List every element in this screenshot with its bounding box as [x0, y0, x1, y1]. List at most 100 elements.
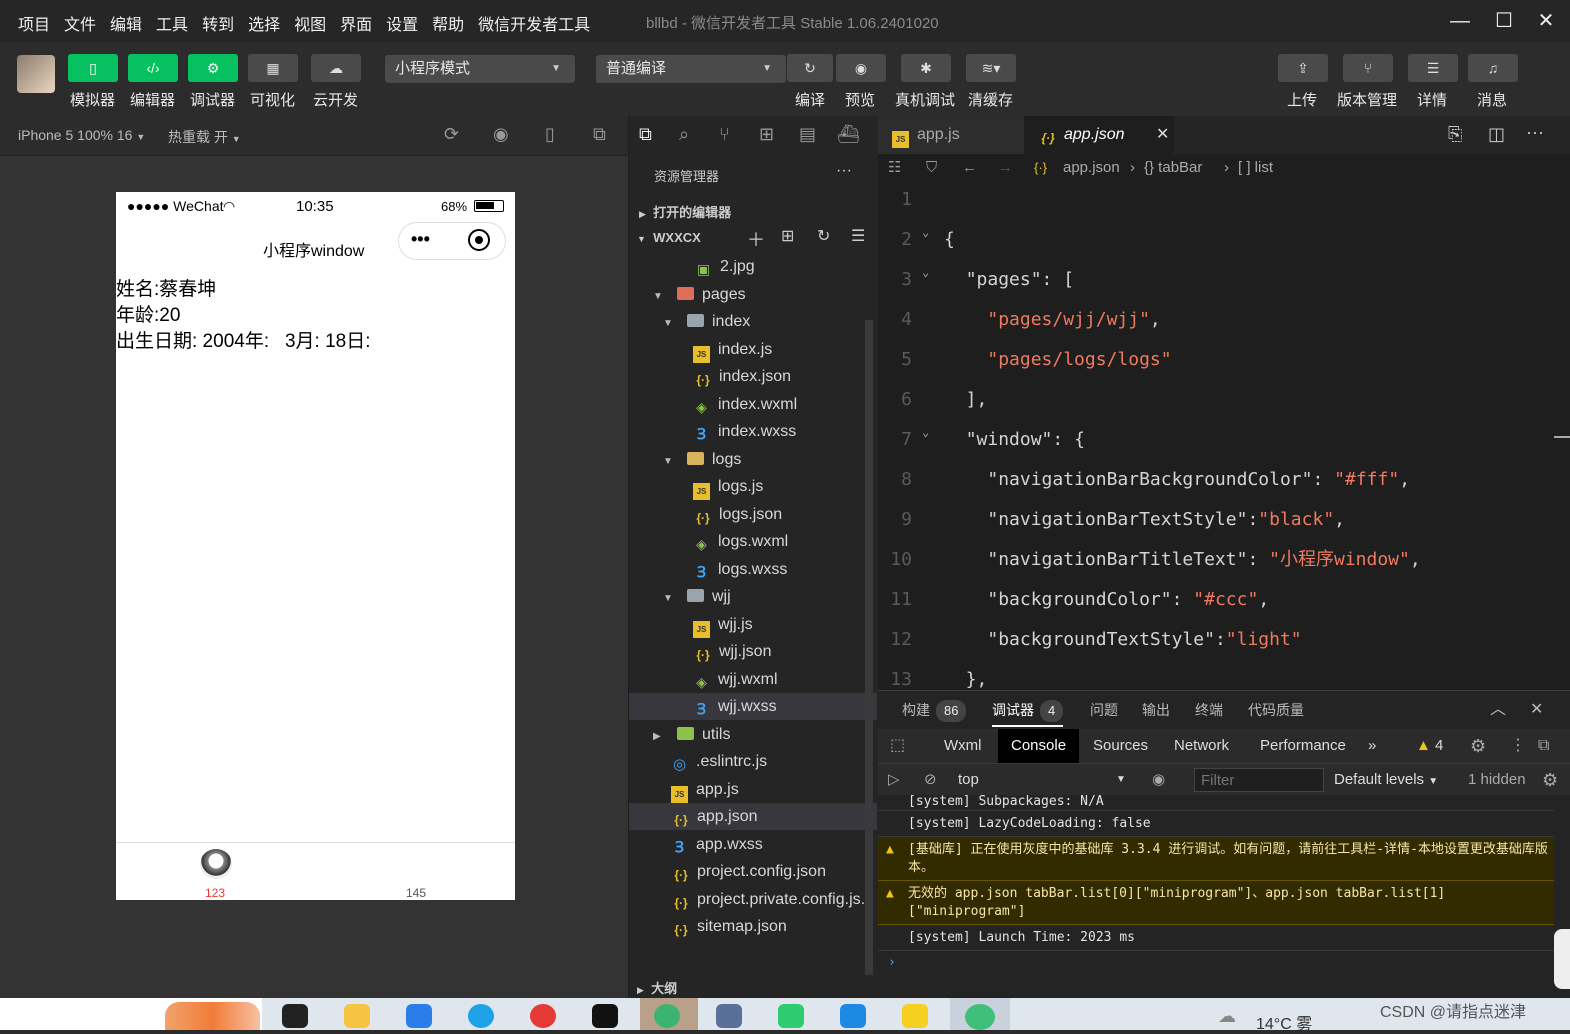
file-tree-item[interactable]: {·} project.private.config.js... [629, 886, 877, 913]
new-folder-icon[interactable]: ⊞ [781, 226, 794, 246]
file-tree-item[interactable]: {·} logs.json [629, 501, 877, 528]
context-select[interactable]: top ▼ [958, 764, 1130, 796]
menu-item-tools[interactable]: 工具 [156, 11, 188, 35]
tab-item-145[interactable]: 145 [406, 886, 426, 900]
maximize-button[interactable]: ☐ [1491, 8, 1517, 34]
app-icon[interactable] [902, 1004, 928, 1028]
split-editor-icon[interactable]: ◫ [1488, 124, 1505, 145]
console-prompt[interactable]: › [878, 955, 1554, 970]
qq-icon[interactable] [282, 1004, 308, 1028]
chevron-down-icon[interactable]: ▼ [653, 283, 665, 310]
code-line[interactable]: 13 }, [878, 660, 1570, 690]
breadcrumb-item[interactable]: {} tabBar [1144, 154, 1202, 182]
netease-music-icon[interactable] [530, 1004, 556, 1028]
debugger-toggle[interactable]: ⚙ [188, 54, 238, 82]
code-line[interactable]: 6 ], [878, 380, 1570, 420]
code-area[interactable]: 1 2 ⌄{3 ⌄ "pages": [4 "pages/wjj/wjj", 5 "pa… [878, 180, 1570, 690]
app-store-icon[interactable] [840, 1004, 866, 1028]
console-message[interactable]: [system] Launch Time: 2023 ms [878, 925, 1554, 951]
capsule-menu[interactable]: ••• [398, 222, 506, 260]
code-line[interactable]: 2 ⌄{ [878, 220, 1570, 260]
widgets-area[interactable] [0, 998, 262, 1030]
eye-icon[interactable]: ◉ [1152, 764, 1165, 796]
compile-button[interactable]: ↻ [787, 54, 833, 82]
more-icon[interactable]: ••• [411, 229, 430, 250]
file-tree-item[interactable]: Ɜwjj.wxss [629, 693, 877, 720]
forward-arrow-icon[interactable]: → [998, 154, 1013, 182]
file-tree-item[interactable]: JS wjj.js [629, 611, 877, 638]
clear-cache-button[interactable]: ≋▾ [966, 54, 1016, 82]
close-icon[interactable]: ✕ [1530, 691, 1543, 729]
more-tabs-icon[interactable]: » [1368, 729, 1376, 763]
menu-item-view[interactable]: 视图 [294, 11, 326, 35]
new-file-icon[interactable]: ＋ [747, 226, 765, 252]
tab-problems[interactable]: 问题 [1090, 691, 1118, 729]
file-tree-item[interactable]: Ɜapp.wxss [629, 831, 877, 858]
storage-icon[interactable]: ▤ [799, 124, 816, 145]
file-tree-item[interactable]: ▣ 2.jpg [629, 260, 877, 280]
file-tree-item[interactable]: JS app.js [629, 776, 877, 803]
file-tree-item[interactable]: {·} app.json [629, 803, 877, 830]
code-line[interactable]: 5 "pages/logs/logs" [878, 340, 1570, 380]
kebab-menu-icon[interactable]: ⋮ [1510, 729, 1526, 763]
breadcrumb-item[interactable]: [ ] list [1238, 154, 1273, 182]
menu-item-file[interactable]: 文件 [64, 11, 96, 35]
menu-item-wechat-devtools[interactable]: 微信开发者工具 [478, 11, 590, 35]
app-icon[interactable] [716, 1004, 742, 1028]
warning-count[interactable]: 4 [1435, 729, 1443, 763]
open-editors-section[interactable]: ▶ 打开的编辑器 [639, 202, 731, 221]
device-select[interactable]: iPhone 5 100% 16 ▼ [18, 127, 145, 143]
remote-debug-button[interactable]: ✱ [901, 54, 951, 82]
refresh-icon[interactable]: ↻ [817, 226, 830, 246]
minimize-button[interactable]: — [1447, 8, 1473, 34]
chevron-down-icon[interactable]: ▼ [663, 310, 675, 337]
devtab-wxml[interactable]: Wxml [944, 729, 982, 763]
chevron-right-icon[interactable]: ▶ [653, 723, 665, 750]
code-line[interactable]: 7 ⌄ "window": { [878, 420, 1570, 460]
code-line[interactable]: 10 "navigationBarTitleText": "小程序window"… [878, 540, 1570, 580]
record-icon[interactable]: ◉ [493, 124, 509, 145]
collapse-icon[interactable]: ☰ [851, 226, 865, 246]
breadcrumb-item[interactable]: app.json [1063, 154, 1120, 182]
close-tab-icon[interactable]: ✕ [1156, 116, 1169, 154]
devtab-console[interactable]: Console [998, 729, 1080, 763]
tab-terminal[interactable]: 终端 [1195, 691, 1223, 729]
menu-item-ui[interactable]: 界面 [340, 11, 372, 35]
sidebar-toggle-icon[interactable]: ▷ [888, 764, 900, 796]
tab-output[interactable]: 输出 [1142, 691, 1170, 729]
code-line[interactable]: 9 "navigationBarTextStyle":"black", [878, 500, 1570, 540]
details-button[interactable]: ☰ [1408, 54, 1458, 82]
hotreload-select[interactable]: 热重载 开 ▼ [168, 127, 241, 147]
play-store-icon[interactable] [778, 1004, 804, 1028]
file-tree-item[interactable]: Ɜlogs.wxss [629, 556, 877, 583]
code-line[interactable]: 12 "backgroundTextStyle":"light" [878, 620, 1570, 660]
file-tree-item[interactable]: ◈ index.wxml [629, 391, 877, 418]
menu-item-project[interactable]: 项目 [18, 11, 50, 35]
popout-icon[interactable]: ⧉ [593, 124, 606, 145]
file-tree-item[interactable]: JS logs.js [629, 473, 877, 500]
levels-select[interactable]: Default levels ▼ [1334, 764, 1438, 798]
devtab-sources[interactable]: Sources [1093, 729, 1148, 763]
compile-select[interactable]: 普通编译 ▼ [596, 55, 786, 83]
explorer-scrollbar[interactable] [865, 320, 873, 975]
tab-code-quality[interactable]: 代码质量 [1248, 691, 1304, 729]
chevron-down-icon[interactable]: ▼ [663, 448, 675, 475]
devtools-running-icon[interactable] [950, 998, 1010, 1030]
code-line[interactable]: 4 "pages/wjj/wjj", [878, 300, 1570, 340]
phone-icon[interactable]: ▯ [545, 124, 555, 145]
mode-select[interactable]: 小程序模式 ▼ [385, 55, 575, 83]
git-icon[interactable]: ⑂ [719, 124, 730, 145]
edge-icon[interactable] [468, 1004, 494, 1028]
back-arrow-icon[interactable]: ← [962, 154, 977, 182]
file-tree-item[interactable]: ◈ logs.wxml [629, 528, 877, 555]
folder-icon[interactable] [344, 1004, 370, 1028]
tab-app-json[interactable]: {·} app.json ✕ [1024, 116, 1174, 154]
file-tree-item[interactable]: ▼ logs [629, 446, 877, 473]
menu-item-select[interactable]: 选择 [248, 11, 280, 35]
chevron-down-icon[interactable]: ▼ [663, 585, 675, 612]
search-icon[interactable]: ⌕ [679, 124, 689, 145]
menu-item-edit[interactable]: 编辑 [110, 11, 142, 35]
fold-chevron-icon[interactable]: ⌄ [922, 252, 929, 292]
file-tree-item[interactable]: ▶ utils [629, 721, 877, 748]
tab-debugger[interactable]: 调试器 4 [992, 691, 1064, 727]
